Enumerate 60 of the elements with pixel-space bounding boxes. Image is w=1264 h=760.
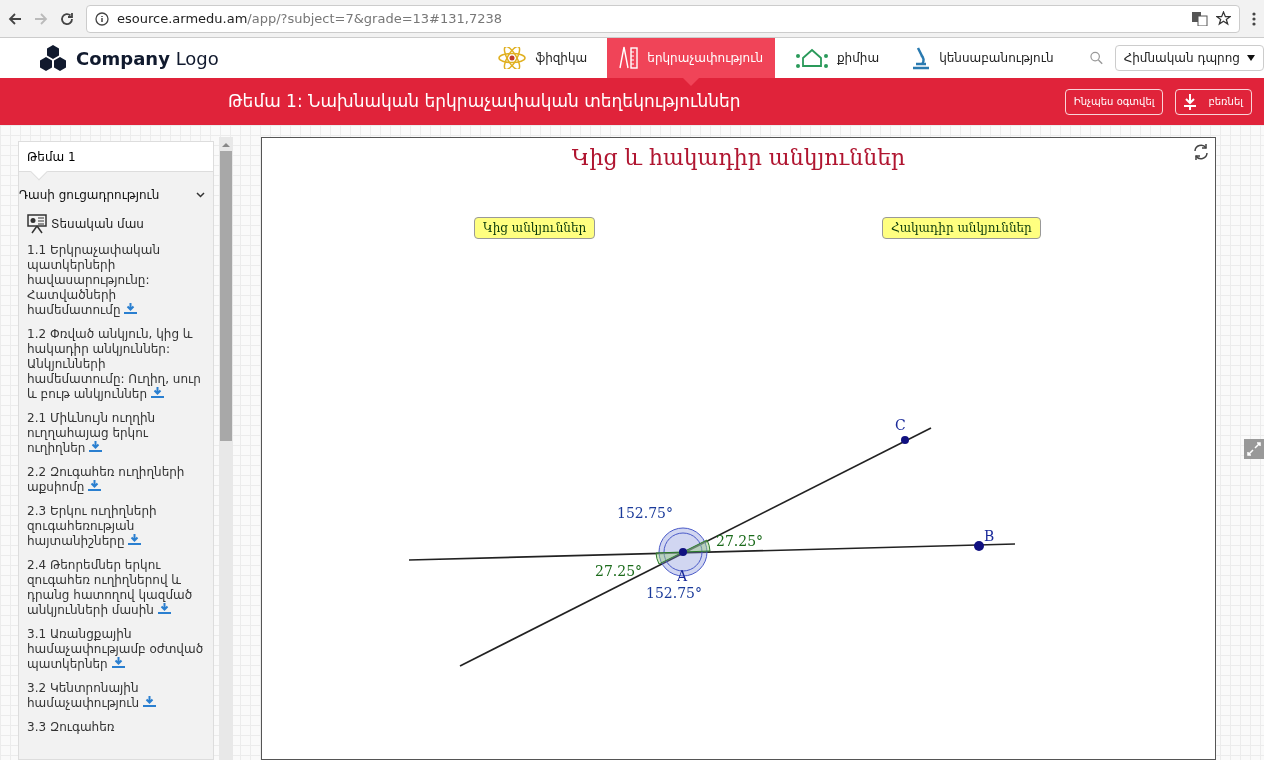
subject-tab[interactable]: քիմիա (783, 38, 892, 78)
ruler-compass-icon (619, 46, 640, 70)
school-select[interactable]: Հիմնական դպրոց (1114, 45, 1264, 71)
download-button[interactable]: բեռնել (1175, 88, 1252, 115)
scrollbar[interactable] (219, 137, 233, 760)
point[interactable] (901, 436, 909, 444)
logo-icon (38, 45, 68, 71)
applet-title: Կից և հակադիր անկյուններ (571, 144, 906, 172)
fullscreen-icon[interactable] (1244, 438, 1264, 459)
download-icon[interactable] (143, 696, 156, 707)
topic-title: Թեմա 1: Նախնական երկրաչափական տեղեկություններ (228, 89, 741, 113)
reload-icon[interactable] (60, 11, 74, 26)
info-icon (95, 11, 109, 26)
lesson-link[interactable]: 2.4 Թեորեմներ երկու զուգահեռ ուղիղներով և դրանց հատողով կազմած անկյունների մասին (19, 558, 213, 618)
point-label: C (895, 417, 906, 433)
point-label: B (984, 528, 995, 544)
lesson-link[interactable]: 3.1 Առանցքային համաչափությամբ օժտված պատկերներ (19, 627, 213, 672)
angle-label: 27.25° (595, 563, 643, 579)
logo-text: Company Logo (76, 46, 219, 71)
address-bar[interactable]: esource.armedu.am/app/?subject=7&grade=13#131,7238 (86, 4, 1240, 33)
lesson-section-toggle[interactable]: Դասի ցուցադրություն (19, 172, 213, 208)
lesson-link[interactable]: 3.3 Զուգահեռ (19, 720, 213, 735)
point[interactable] (974, 541, 984, 551)
presentation-icon (27, 214, 47, 234)
angle-label: 27.25° (716, 533, 764, 549)
download-icon[interactable] (150, 387, 164, 398)
star-icon[interactable] (1216, 11, 1231, 26)
help-button[interactable]: Ինչպես օգտվել (1064, 88, 1164, 115)
dropdown-caret-icon (1247, 55, 1255, 61)
scrollbar-thumb[interactable] (220, 151, 232, 441)
reset-icon[interactable] (1192, 143, 1210, 161)
download-icon[interactable] (157, 603, 171, 614)
lesson-link[interactable]: 2.3 Երկու ուղիղների զուգահեռության հայտանիշները (19, 504, 213, 549)
menu-icon[interactable] (1252, 11, 1256, 26)
lesson-link[interactable]: 2.1 Միևնույն ուղղին ուղղահայաց երկու ուղիղներ (19, 411, 213, 456)
translate-icon[interactable] (1192, 11, 1208, 26)
applet-button[interactable]: Կից անկյուններ (474, 217, 596, 239)
back-icon[interactable] (8, 11, 22, 26)
theory-link[interactable]: Տեսական մաս (51, 215, 144, 233)
download-icon (1184, 93, 1197, 110)
angle-label: 152.75° (617, 505, 673, 521)
download-icon[interactable] (88, 480, 102, 491)
point-label: A (677, 568, 688, 584)
lesson-link[interactable]: 1.2 Փռված անկյուն, կից և հակադիր անկյուններ: Անկյունների համեմատումը: Ուղիղ, սուր և բութ անկյուններ (19, 327, 213, 402)
applet-button[interactable]: Հակադիր անկյուններ (882, 217, 1041, 239)
download-icon[interactable] (111, 657, 125, 668)
download-icon[interactable] (124, 303, 138, 314)
download-icon[interactable] (89, 441, 103, 452)
subject-tab[interactable]: կենսաբանություն (899, 38, 1066, 78)
lesson-link[interactable]: 1.1 Երկրաչափական պատկերների հավասարությունը: Հատվածների համեմատումը (19, 243, 213, 318)
atom-icon (497, 47, 528, 69)
subject-tab[interactable]: ֆիզիկա (485, 38, 600, 78)
scroll-up-icon[interactable] (222, 141, 230, 149)
angle-label: 152.75° (646, 585, 702, 601)
url-text: esource.armedu.am/app/?subject=7&grade=13#131,7238 (117, 9, 503, 28)
lesson-link[interactable]: 2.2 Զուգահեռ ուղիղների աքսիոմը (19, 465, 213, 495)
lesson-link[interactable]: 3.2 Կենտրոնային համաչափություն (19, 681, 213, 711)
search-icon[interactable] (1089, 51, 1103, 65)
download-icon[interactable] (128, 534, 142, 545)
point[interactable] (679, 548, 687, 556)
